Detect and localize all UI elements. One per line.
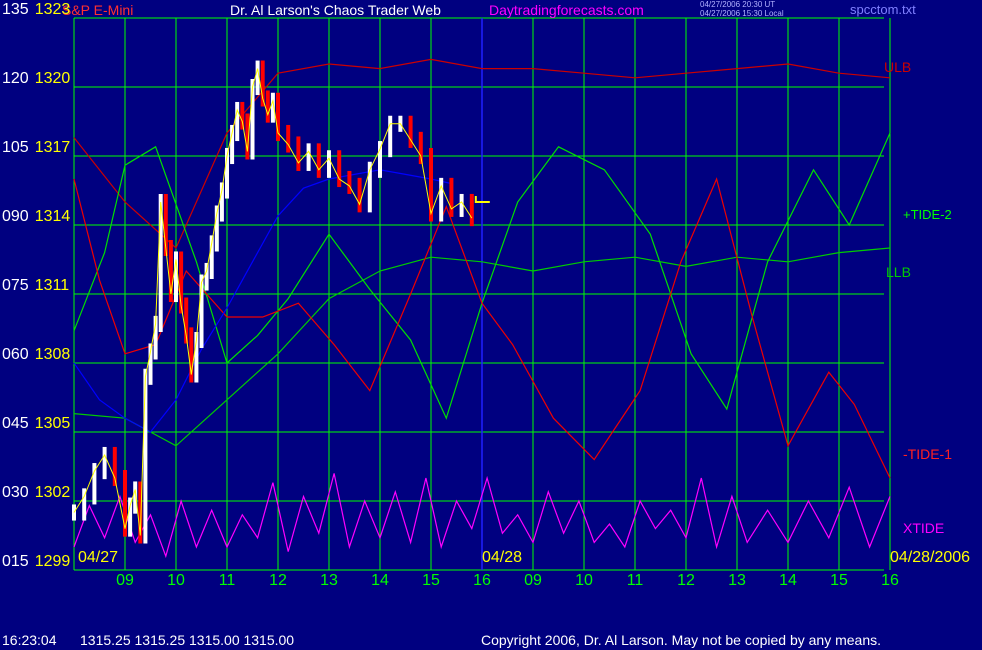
chart-title: Dr. Al Larson's Chaos Trader Web — [230, 2, 441, 18]
ulb-label: ULB — [884, 59, 912, 75]
oscillator-value: 045 — [2, 415, 29, 432]
price-value: 1305 — [34, 415, 71, 432]
instrument-label: S&P E-Mini — [62, 2, 134, 18]
y-axis-label: 135 1323 — [2, 1, 70, 19]
status-ohlc: 1315.25 1315.25 1315.00 1315.00 — [80, 632, 295, 648]
x-tick-label: 15 — [422, 572, 440, 589]
oscillator-value: 105 — [2, 139, 29, 156]
price-value: 1302 — [34, 484, 71, 501]
tide-plus-label: +TIDE-2 — [903, 207, 952, 222]
price-series — [72, 60, 490, 544]
oscillator-value: 030 — [2, 484, 29, 501]
price-value: 1314 — [34, 208, 71, 225]
oscillator-value: 090 — [2, 208, 29, 225]
y-axis-label: 120 1320 — [2, 70, 70, 88]
llb-label: LLB — [886, 264, 911, 280]
start-date-label: 04/27 — [78, 549, 119, 566]
x-tick-label: 12 — [677, 572, 695, 589]
average-line — [73, 169, 452, 433]
x-tick-label: 13 — [728, 572, 746, 589]
x-tick-label: 12 — [269, 572, 287, 589]
x-tick-label: 16 — [881, 572, 899, 589]
y-axis-label: 105 1317 — [2, 139, 70, 157]
price-value: 1308 — [34, 346, 71, 363]
x-tick-label: 16 — [473, 572, 491, 589]
price-value: 1299 — [34, 553, 71, 570]
status-time: 16:23:04 — [2, 632, 57, 648]
ut-time: 04/27/2006 20:30 UT — [700, 0, 776, 9]
x-tick-label: 14 — [779, 572, 797, 589]
local-time: 04/27/2006 15:30 Local — [700, 9, 784, 18]
oscillator-value: 135 — [2, 1, 29, 18]
y-axis-label: 015 1299 — [2, 553, 70, 571]
grid — [73, 17, 891, 571]
x-tick-label: 15 — [830, 572, 848, 589]
y-axis-label: 075 1311 — [2, 277, 69, 295]
x-tick-label: 10 — [575, 572, 593, 589]
price-value: 1320 — [34, 70, 71, 87]
price-value: 1311 — [34, 277, 70, 294]
tide-minus-label: -TIDE-1 — [903, 446, 952, 462]
oscillator-value: 120 — [2, 70, 29, 87]
x-tick-label: 11 — [626, 572, 644, 589]
x-tick-label: 09 — [524, 572, 542, 589]
y-axis-label: 045 1305 — [2, 415, 70, 433]
oscillator-value: 015 — [2, 553, 29, 570]
copyright: Copyright 2006, Dr. Al Larson. May not b… — [481, 632, 882, 648]
y-axis-label: 060 1308 — [2, 346, 70, 364]
y-axis-label: 030 1302 — [2, 484, 70, 502]
data-file-label: spcctom.txt — [850, 2, 916, 17]
x-tick-label: 09 — [116, 572, 134, 589]
end-date-label: 04/28/2006 — [890, 549, 971, 566]
last-price-marker — [474, 196, 490, 203]
price-value: 1317 — [34, 139, 71, 156]
x-tick-label: 11 — [218, 572, 236, 589]
y-axis-label: 090 1314 — [2, 208, 70, 226]
x-tick-label: 13 — [320, 572, 338, 589]
mid-date-label: 04/28 — [482, 549, 523, 566]
price-value: 1323 — [34, 1, 71, 18]
oscillator-value: 075 — [2, 277, 29, 294]
oscillator-value: 060 — [2, 346, 29, 363]
xtide-label: XTIDE — [903, 520, 945, 536]
x-tick-label: 14 — [371, 572, 389, 589]
x-tick-label: 10 — [167, 572, 185, 589]
site-link[interactable]: Daytradingforecasts.com — [489, 2, 644, 18]
